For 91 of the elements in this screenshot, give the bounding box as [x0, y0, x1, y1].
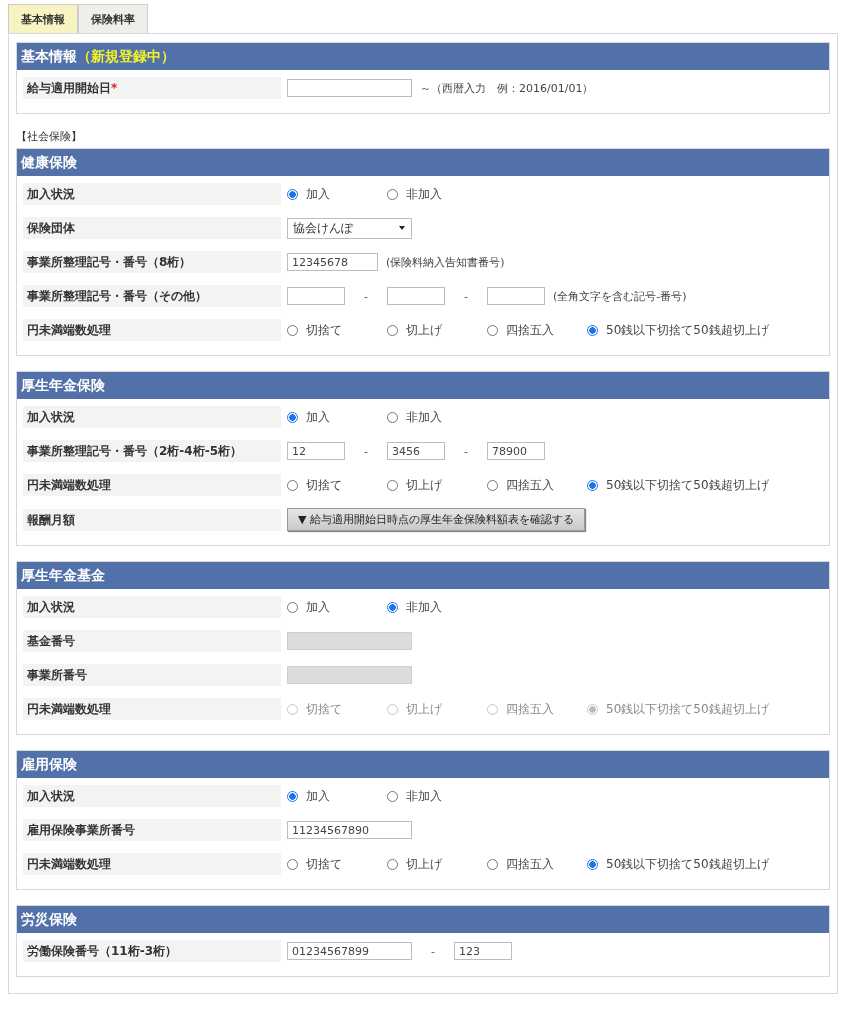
label-text: 加入状況	[27, 599, 75, 615]
radio-option[interactable]: 非加入	[387, 598, 487, 616]
radio-button[interactable]	[487, 479, 498, 491]
radio-option[interactable]: 切上げ	[387, 321, 487, 339]
radio-option[interactable]: 切上げ	[387, 476, 487, 494]
radio-button[interactable]	[487, 858, 498, 870]
radio-button[interactable]	[487, 324, 498, 336]
label-text: 事業所番号	[27, 667, 87, 683]
label-text: 給与適用開始日	[27, 80, 111, 96]
radio-option[interactable]: 加入	[287, 408, 387, 426]
input-field[interactable]: 78900	[487, 442, 545, 460]
radio-button[interactable]	[387, 411, 398, 423]
label-text: 事業所整理記号・番号（2桁-4桁-5桁）	[27, 443, 242, 459]
input-field[interactable]: 12345678	[287, 253, 378, 271]
label-text: 労働保険番号（11桁-3桁）	[27, 943, 178, 959]
label-text: 円未満端数処理	[27, 477, 111, 493]
dropdown[interactable]: 協会けんぽ	[287, 217, 412, 239]
input-field[interactable]: 11234567890	[287, 821, 412, 839]
hint-text: ～（西暦入力 例：2016/01/01）	[420, 80, 594, 96]
radio-button[interactable]	[287, 324, 298, 336]
radio-button[interactable]	[287, 790, 298, 802]
radio-button[interactable]	[387, 601, 398, 613]
label-text: 加入状況	[27, 409, 75, 425]
radio-button[interactable]	[287, 411, 298, 423]
caret-icon	[399, 226, 405, 230]
radio-button[interactable]	[587, 479, 598, 491]
radio-option[interactable]: 非加入	[387, 185, 487, 203]
separator-dash: -	[463, 444, 469, 458]
radio-option[interactable]: 50銭以下切捨て50銭超切上げ	[587, 855, 773, 873]
radio-option[interactable]: 切上げ	[387, 855, 487, 873]
separator-dash: -	[363, 289, 369, 303]
radio-option[interactable]: 切捨て	[287, 476, 387, 494]
label-text: 基金番号	[27, 633, 75, 649]
radio-button[interactable]	[587, 858, 598, 870]
section-title: 厚生年金保険	[21, 377, 105, 394]
label-text: 加入状況	[27, 186, 75, 202]
input-field[interactable]	[287, 79, 412, 97]
radio-option[interactable]: 四捨五入	[487, 855, 587, 873]
radio-button[interactable]	[287, 479, 298, 491]
label-text: 保険団体	[27, 220, 75, 236]
input-field[interactable]: 3456	[387, 442, 445, 460]
section-title: 基本情報	[21, 48, 77, 65]
radio-button[interactable]	[387, 858, 398, 870]
input-field[interactable]	[387, 287, 445, 305]
label-text: 円未満端数処理	[27, 856, 111, 872]
label-text: 事業所整理記号・番号（その他）	[27, 288, 207, 304]
input-field[interactable]: 12	[287, 442, 345, 460]
radio-option[interactable]: 四捨五入	[487, 321, 587, 339]
tab[interactable]: 基本情報	[8, 4, 78, 33]
required-mark: *	[111, 80, 118, 96]
radio-button[interactable]	[587, 324, 598, 336]
separator-dash: -	[430, 944, 436, 958]
tab[interactable]: 保険料率	[78, 4, 148, 33]
radio-button[interactable]	[387, 324, 398, 336]
radio-option[interactable]: 非加入	[387, 787, 487, 805]
label-text: 事業所整理記号・番号（8桁）	[27, 254, 192, 270]
radio-option[interactable]: 加入	[287, 787, 387, 805]
radio-button[interactable]	[387, 790, 398, 802]
section-title: 雇用保険	[21, 756, 77, 773]
radio-option[interactable]: 加入	[287, 598, 387, 616]
label-text: 加入状況	[27, 788, 75, 804]
input-field[interactable]: 01234567899	[287, 942, 412, 960]
view-table-button[interactable]: ▼ 給与適用開始日時点の厚生年金保険料額表を確認する	[287, 508, 585, 531]
label-text: 雇用保険事業所番号	[27, 822, 135, 838]
radio-button[interactable]	[287, 601, 298, 613]
section-title: 厚生年金基金	[21, 567, 105, 584]
separator-dash: -	[463, 289, 469, 303]
input-field[interactable]	[287, 287, 345, 305]
separator-dash: -	[363, 444, 369, 458]
radio-option[interactable]: 切捨て	[287, 855, 387, 873]
hint-text: (全角文字を含む記号-番号)	[553, 288, 687, 304]
label-text: 円未満端数処理	[27, 322, 111, 338]
radio-button[interactable]	[387, 479, 398, 491]
group-caption: 【社会保険】	[16, 129, 83, 144]
radio-option[interactable]: 50銭以下切捨て50銭超切上げ	[587, 476, 773, 494]
radio-option[interactable]: 50銭以下切捨て50銭超切上げ	[587, 321, 773, 339]
input-field[interactable]: 123	[454, 942, 512, 960]
label-text: 報酬月額	[27, 511, 75, 528]
label-text: 円未満端数処理	[27, 701, 111, 717]
section-title: 労災保険	[21, 911, 77, 928]
radio-button[interactable]	[387, 188, 398, 200]
radio-option[interactable]: 切捨て	[287, 321, 387, 339]
radio-option[interactable]: 四捨五入	[487, 476, 587, 494]
hint-text: (保険料納入告知書番号)	[386, 254, 505, 270]
input-field[interactable]	[487, 287, 545, 305]
radio-button[interactable]	[287, 858, 298, 870]
section-title: 健康保険	[21, 154, 77, 171]
radio-button[interactable]	[287, 188, 298, 200]
radio-option[interactable]: 加入	[287, 185, 387, 203]
radio-option[interactable]: 非加入	[387, 408, 487, 426]
status-label: （新規登録中）	[77, 48, 175, 65]
